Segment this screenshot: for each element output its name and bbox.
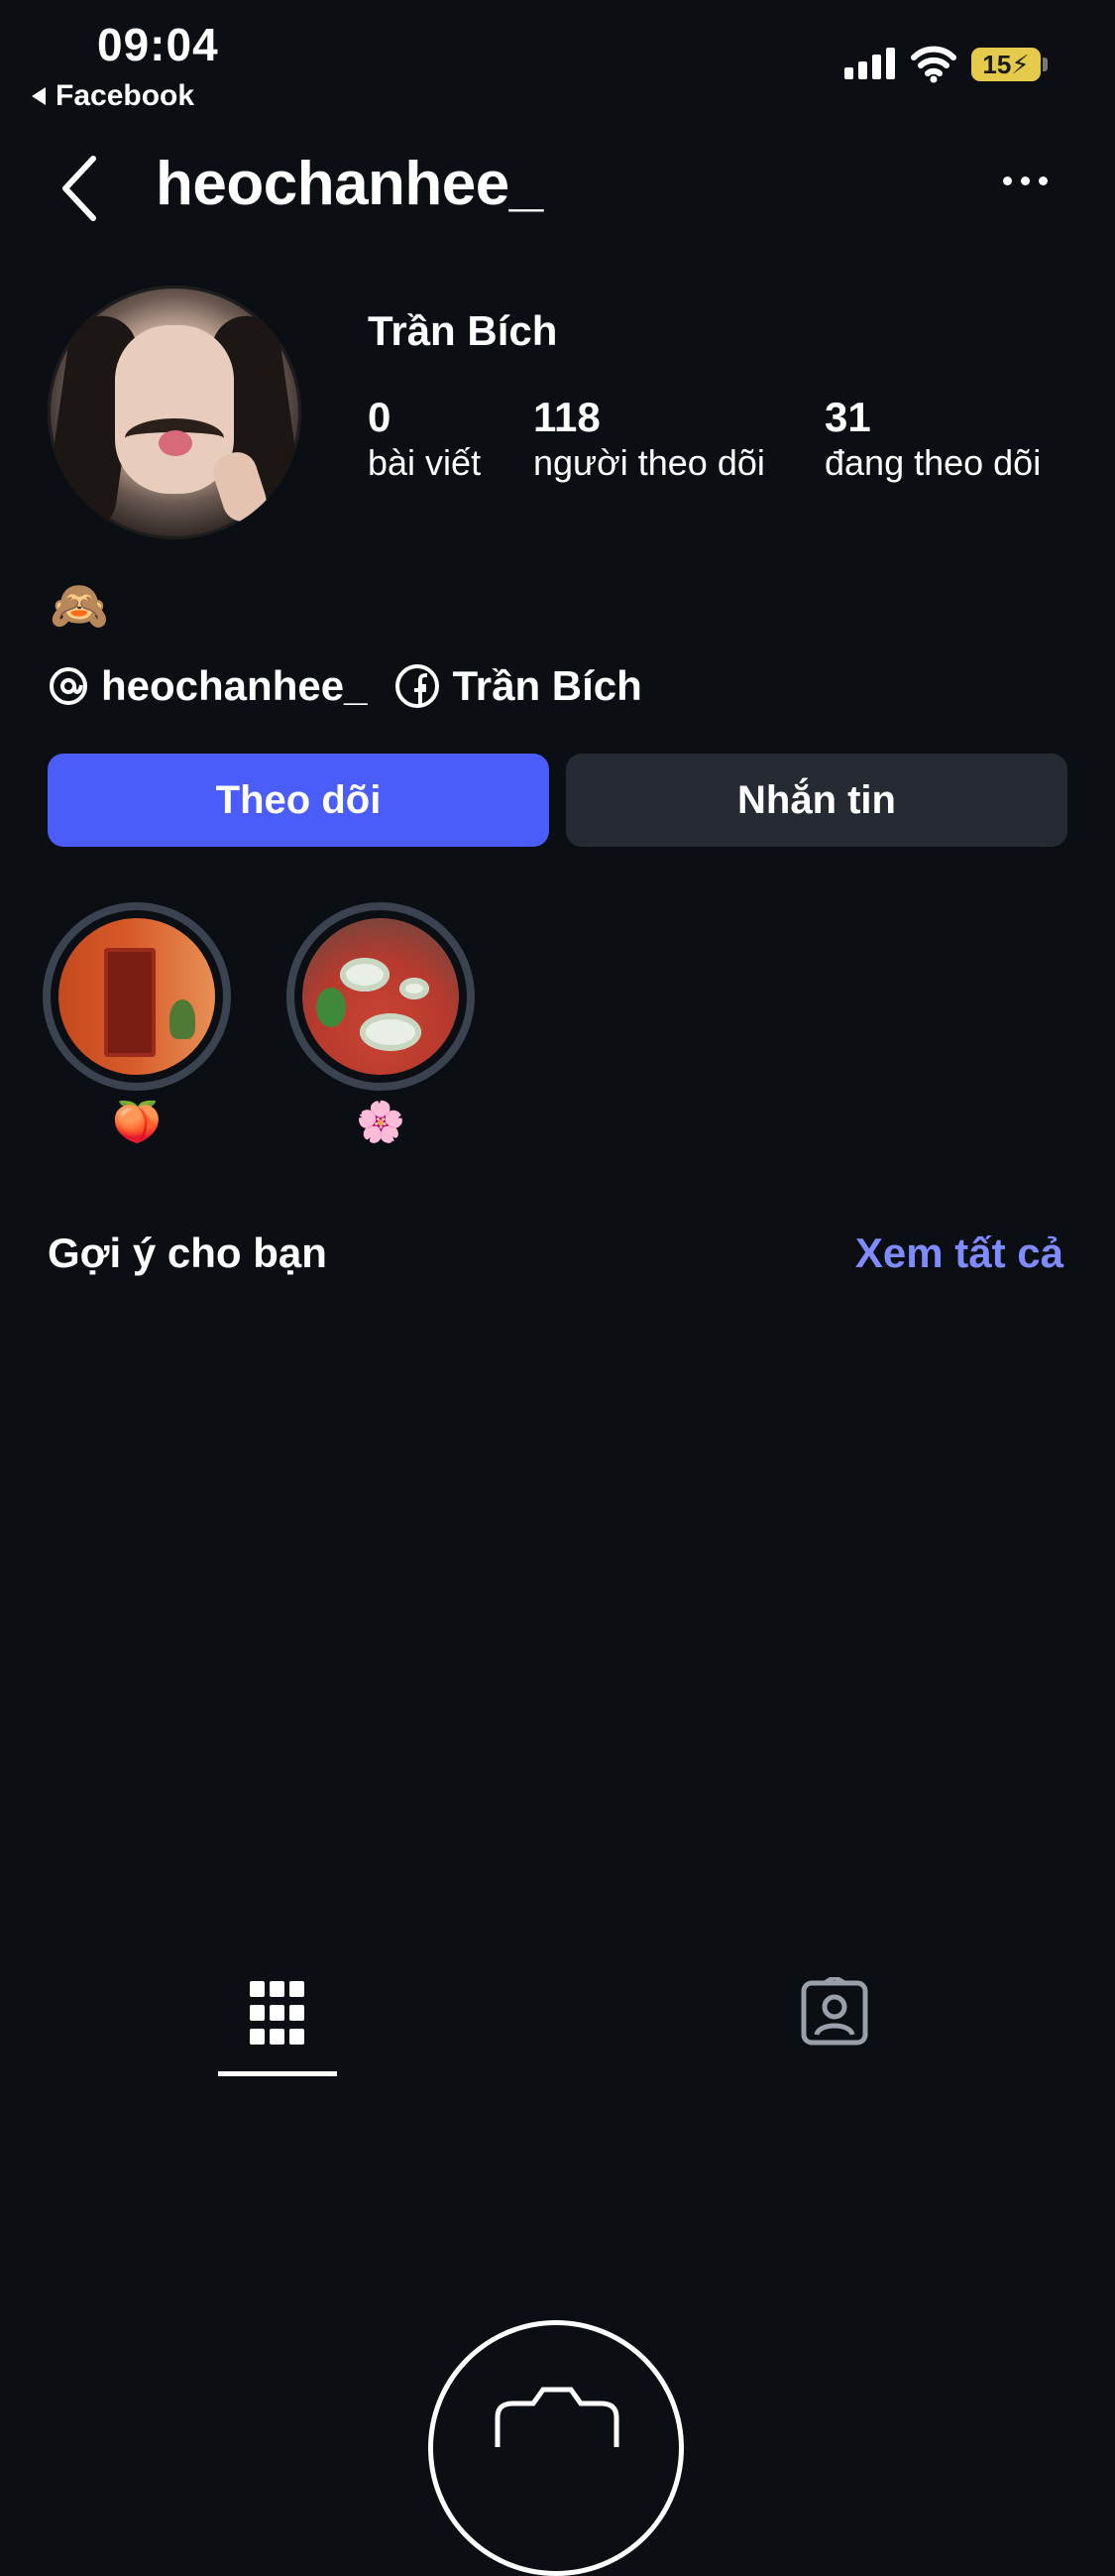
facebook-icon: [395, 664, 440, 708]
highlight-ring: [43, 902, 231, 1091]
battery-tip: [1043, 58, 1048, 71]
stat-following[interactable]: 31 đang theo dõi: [825, 394, 1042, 487]
camera-icon: [495, 2387, 619, 2447]
see-all-link[interactable]: Xem tất cả: [855, 1229, 1063, 1277]
stat-posts-value: 0: [368, 394, 391, 440]
story-highlight[interactable]: 🍑: [43, 902, 231, 1145]
battery-icon: 15 ⚡: [971, 48, 1041, 81]
grid-icon[interactable]: [250, 1981, 305, 2047]
highlight-ring: [286, 902, 475, 1091]
bio-emoji: 🙈: [50, 580, 109, 633]
back-chevron-icon[interactable]: [57, 153, 105, 224]
profile-links: heochanhee_ Trần Bích: [48, 662, 642, 710]
cellular-signal-icon: [844, 46, 895, 79]
wifi-icon: [911, 46, 956, 83]
display-name: Trần Bích: [368, 307, 558, 354]
status-time: 09:04: [97, 19, 219, 70]
active-tab-indicator: [218, 2071, 337, 2076]
more-options-icon[interactable]: [1003, 176, 1048, 185]
stat-posts-label: bài viết: [368, 442, 482, 484]
stat-followers[interactable]: 118 người theo dõi: [533, 394, 765, 487]
highlight-caption: 🌸: [356, 1101, 405, 1144]
stat-following-label: đang theo dõi: [825, 442, 1042, 484]
back-to-app-button[interactable]: Facebook: [32, 79, 194, 113]
threads-link[interactable]: heochanhee_: [48, 662, 367, 710]
highlight-food-photo: [302, 918, 459, 1075]
back-app-label: Facebook: [56, 79, 195, 112]
message-button[interactable]: Nhắn tin: [566, 754, 1067, 847]
highlight-caption: 🍑: [112, 1101, 162, 1144]
stat-followers-label: người theo dõi: [533, 442, 765, 484]
profile-avatar[interactable]: [48, 286, 301, 539]
profile-username: heochanhee_: [156, 150, 543, 218]
facebook-name: Trần Bích: [452, 662, 642, 709]
back-triangle-icon: [32, 87, 46, 105]
stat-following-value: 31: [825, 394, 871, 440]
threads-username: heochanhee_: [101, 662, 368, 709]
threads-icon: [50, 667, 87, 705]
battery-level: 15: [982, 49, 1012, 79]
follow-button[interactable]: Theo dõi: [48, 754, 549, 847]
highlight-door-photo: [58, 918, 215, 1075]
suggestions-title: Gợi ý cho bạn: [48, 1229, 327, 1276]
story-highlight[interactable]: 🌸: [286, 902, 475, 1145]
stat-followers-value: 118: [533, 394, 601, 440]
stat-posts[interactable]: 0 bài viết: [368, 394, 482, 487]
tagged-icon[interactable]: [799, 1977, 870, 2049]
facebook-link[interactable]: Trần Bích: [394, 662, 642, 710]
